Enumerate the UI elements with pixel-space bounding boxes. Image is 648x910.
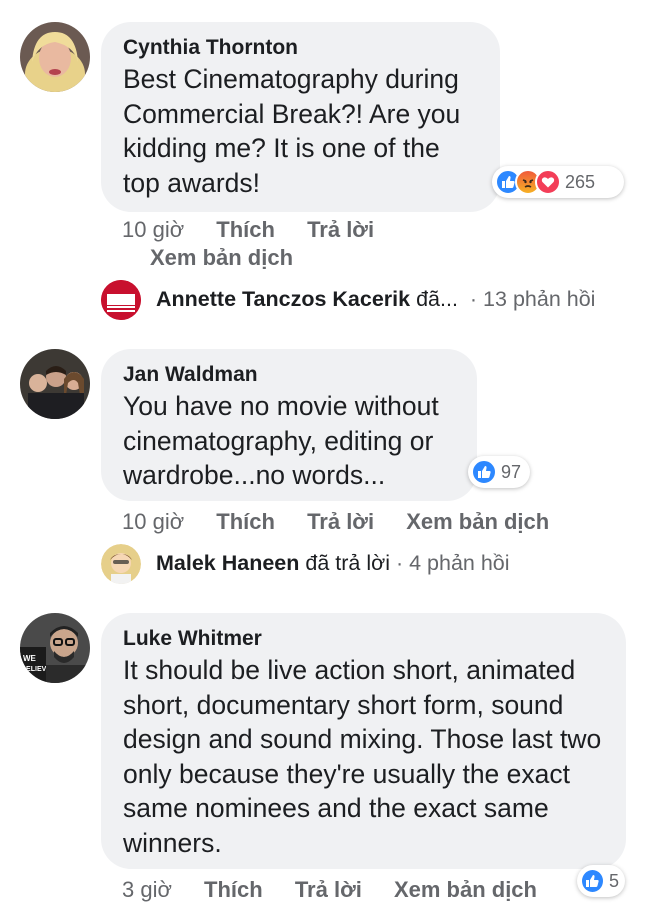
reaction-summary[interactable]: 5 [577,865,625,897]
translate-label[interactable]: Xem bản dịch [150,245,293,270]
comment-bubble: Jan Waldman You have no movie without ci… [101,349,477,501]
reply-suffix: đã... [416,287,458,311]
like-reaction-icon [471,459,497,485]
reply-link[interactable]: Trả lời [307,217,374,242]
comment-author[interactable]: Cynthia Thornton [123,36,478,60]
avatar-cynthia-thornton[interactable] [20,22,90,92]
reply-suffix: đã trả lời [305,551,390,575]
profile-photo [20,349,90,419]
love-reaction-icon [535,169,561,195]
comment-text: Best Cinematography during Commercial Br… [123,64,461,198]
reaction-count: 5 [608,870,619,891]
reply-preview[interactable]: Annette Tanczos Kacerik đã... · 13 phản … [156,287,595,312]
avatar-jan-waldman[interactable] [20,349,90,419]
comment-bubble: Luke Whitmer It should be live action sh… [101,613,626,869]
like-link[interactable]: Thích [216,217,275,242]
comment-time[interactable]: 3 giờ [122,877,172,902]
comment-bubble: Cynthia Thornton Best Cinematography dur… [101,22,500,212]
profile-photo [20,22,90,92]
reply-link[interactable]: Trả lời [295,877,362,902]
reply-author[interactable]: Malek Haneen [156,551,299,575]
avatar-malek-haneen[interactable] [101,544,141,584]
reply-link[interactable]: Trả lời [307,509,374,534]
avatar-annette-tanczos-kacerik[interactable] [101,280,141,320]
comment-author[interactable]: Jan Waldman [123,363,455,387]
like-link[interactable]: Thích [216,509,275,534]
reaction-count: 265 [565,171,596,192]
translate-link[interactable]: Xem bản dịch [394,877,537,902]
reaction-summary[interactable]: 97 [468,456,530,488]
reply-preview[interactable]: Malek Haneen đã trả lời · 4 phản hồi [156,551,510,576]
reply-author[interactable]: Annette Tanczos Kacerik [156,287,410,311]
like-reaction-icon [580,868,605,894]
profile-photo: WE BELIEVE [20,613,90,683]
translate-link[interactable]: Xem bản dịch [406,509,549,534]
like-link[interactable]: Thích [204,877,263,902]
reaction-summary[interactable]: 265 [492,166,624,198]
comment-author[interactable]: Luke Whitmer [123,627,604,651]
comment-actions: 3 giờ Thích Trả lời Xem bản dịch [122,877,537,903]
svg-text:WE: WE [23,654,37,663]
comment-time[interactable]: 10 giờ [122,217,184,242]
reply-count[interactable]: · 4 phản hồi [396,551,510,575]
comment-actions: 10 giờ Thích Trả lời [122,217,374,243]
comment-actions: 10 giờ Thích Trả lời Xem bản dịch [122,509,549,535]
profile-photo [101,544,141,584]
comment-text: It should be live action short, animated… [123,655,602,858]
comment-time[interactable]: 10 giờ [122,509,184,534]
translate-link[interactable]: Xem bản dịch [150,245,293,271]
reply-count[interactable]: · 13 phản hồi [470,287,596,311]
republican-badge-icon [101,280,141,320]
comment-text: You have no movie without cinematography… [123,391,439,490]
reaction-count: 97 [501,461,522,482]
avatar-luke-whitmer[interactable]: WE BELIEVE [20,613,90,683]
